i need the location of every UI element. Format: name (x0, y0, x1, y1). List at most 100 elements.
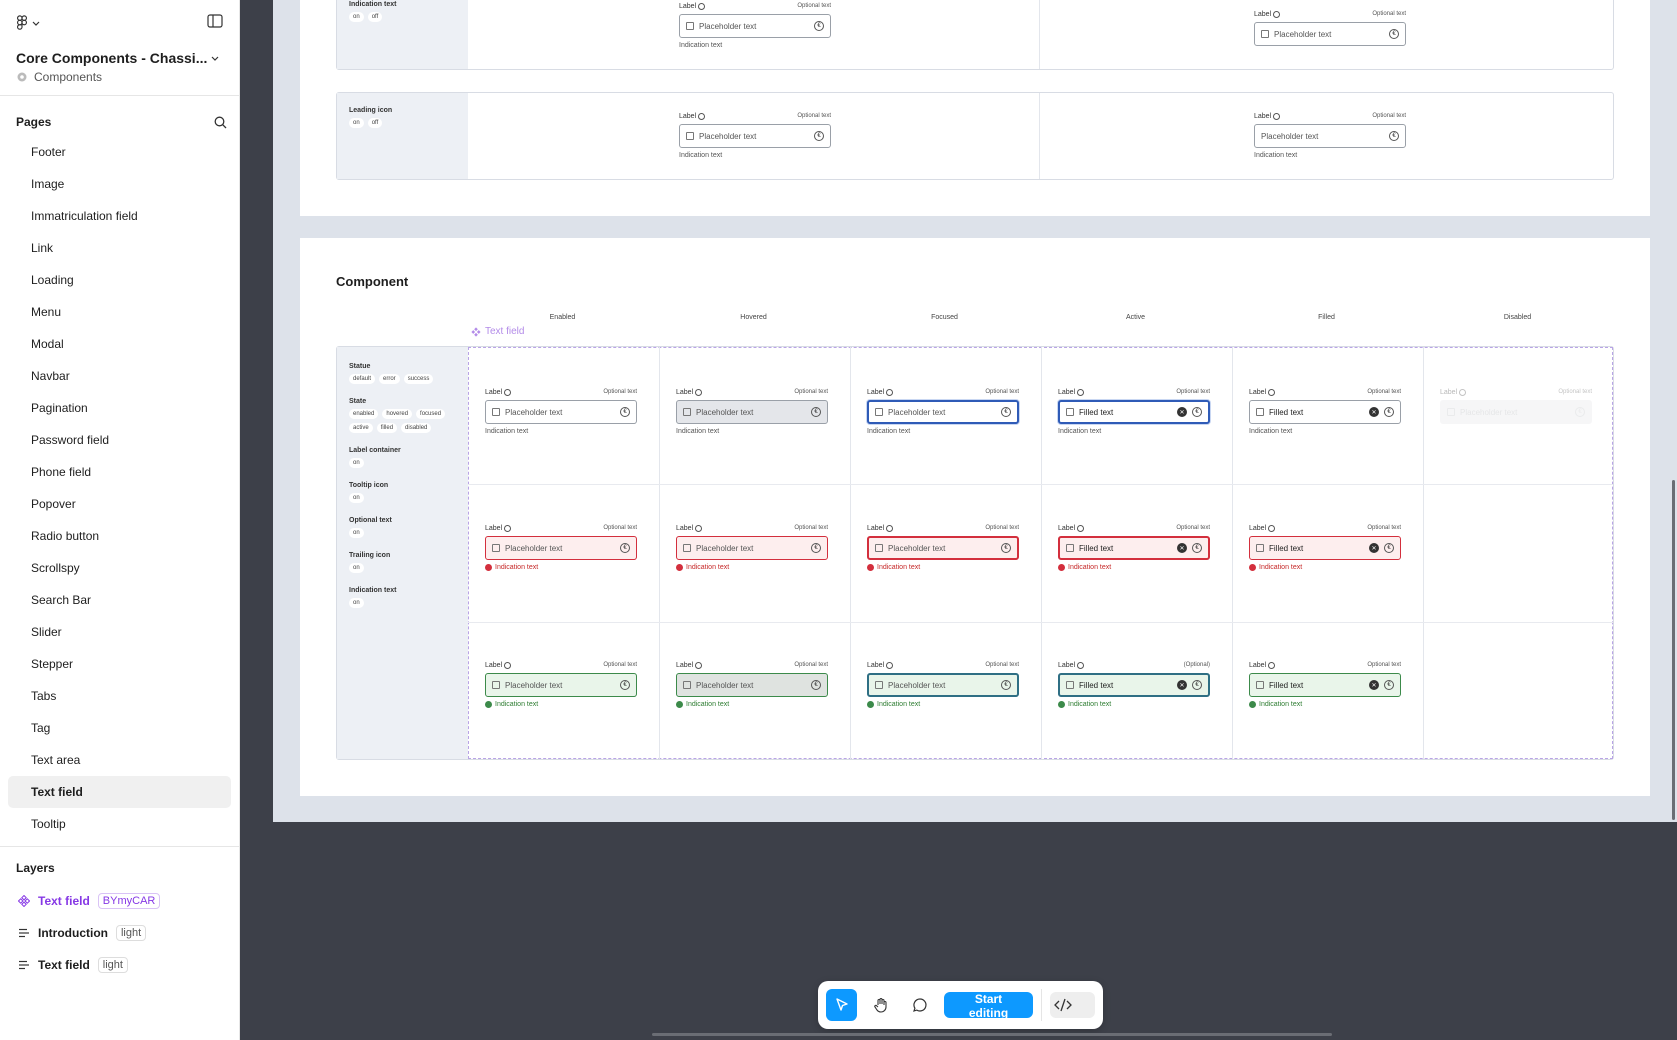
column-header-enabled: Enabled (549, 314, 576, 321)
page-item-tag[interactable]: Tag (8, 712, 231, 744)
search-icon[interactable] (214, 116, 227, 129)
text-field-default-active[interactable]: Label Optional text Filled text ✕ € Indicatio… (1058, 387, 1210, 435)
page-item-navbar[interactable]: Navbar (8, 360, 231, 392)
file-subtitle-row: Components (16, 70, 223, 84)
design-canvas[interactable]: Indication text on off Label Optional tex… (240, 0, 1677, 1040)
layer-item-text-field-frame[interactable]: Text field light (0, 949, 239, 981)
comment-icon (913, 998, 927, 1012)
text-field-error-hovered[interactable]: Label Optional text Placeholder text € Indic… (676, 523, 828, 571)
field-label: Label (867, 524, 885, 532)
clear-icon[interactable]: ✕ (1369, 680, 1379, 690)
chip: success (403, 374, 434, 384)
text-field-error-active[interactable]: Label Optional text Filled text ✕ € Indicatio… (1058, 523, 1210, 571)
page-item-loading[interactable]: Loading (8, 264, 231, 296)
input-box[interactable]: Filled text ✕ € (1249, 536, 1401, 560)
component-set-name[interactable]: Text field (471, 326, 524, 337)
clear-icon[interactable]: ✕ (1369, 407, 1379, 417)
input-box[interactable]: Placeholder text € (485, 673, 637, 697)
text-field-error-focused[interactable]: Label Optional text Placeholder text € Indic… (867, 523, 1019, 571)
input-box[interactable]: Placeholder text € (485, 400, 637, 424)
page-item-password-field[interactable]: Password field (8, 424, 231, 456)
text-field-default-hovered[interactable]: Label Optional text Placeholder text € Indic… (676, 387, 828, 435)
hand-tool-button[interactable] (865, 989, 896, 1021)
info-icon (886, 661, 894, 669)
input-box[interactable]: Placeholder text € (867, 673, 1019, 697)
input-box[interactable]: Placeholder text € (1254, 124, 1406, 148)
input-box[interactable]: Filled text ✕ € (1058, 536, 1210, 560)
page-item-tabs[interactable]: Tabs (8, 680, 231, 712)
text-field-default-filled[interactable]: Label Optional text Filled text ✕ € Indicatio… (1249, 387, 1401, 435)
input-box[interactable]: Placeholder text € (867, 536, 1019, 560)
input-box[interactable]: Placeholder text € (679, 124, 831, 148)
page-item-radio-button[interactable]: Radio button (8, 520, 231, 552)
page-item-slider[interactable]: Slider (8, 616, 231, 648)
page-item-popover[interactable]: Popover (8, 488, 231, 520)
page-item-scrollspy[interactable]: Scrollspy (8, 552, 231, 584)
layer-tag: light (97, 957, 128, 973)
text-field-sample[interactable]: Label Optional text Placeholder text € Ind… (679, 1, 831, 49)
euro-icon: € (620, 543, 630, 553)
clear-icon[interactable]: ✕ (1369, 543, 1379, 553)
text-field-sample[interactable]: Label Optional text Placeholder text € Ind… (1254, 111, 1406, 159)
info-icon (1268, 524, 1276, 532)
page-item-menu[interactable]: Menu (8, 296, 231, 328)
input-box[interactable]: Placeholder text € (867, 400, 1019, 424)
field-label: Label (676, 661, 694, 669)
clear-icon[interactable]: ✕ (1177, 680, 1187, 690)
page-item-search-bar[interactable]: Search Bar (8, 584, 231, 616)
info-icon (1459, 388, 1467, 396)
page-item-text-field[interactable]: Text field (8, 776, 231, 808)
input-box[interactable]: Filled text ✕ € (1058, 673, 1210, 697)
file-title-row[interactable]: Core Components - Chassi... (16, 50, 223, 66)
page-item-modal[interactable]: Modal (8, 328, 231, 360)
prop-title: Trailing icon (349, 552, 391, 559)
page-item-link[interactable]: Link (8, 232, 231, 264)
info-icon (504, 388, 512, 396)
chip: on (349, 118, 364, 128)
optional-text: Optional text (794, 389, 828, 395)
input-box[interactable]: Filled text ✕ € (1058, 400, 1210, 424)
info-icon (695, 388, 703, 396)
input-box[interactable]: Placeholder text € (676, 536, 828, 560)
input-box[interactable]: Placeholder text € (1254, 22, 1406, 46)
euro-icon: € (1389, 131, 1399, 141)
text-field-default-enabled[interactable]: Label Optional text Placeholder text € Indic… (485, 387, 637, 435)
clear-icon[interactable]: ✕ (1177, 407, 1187, 417)
input-box[interactable]: Placeholder text € (676, 400, 828, 424)
text-field-sample[interactable]: Label Optional text Placeholder text € (1254, 9, 1406, 46)
page-item-tooltip[interactable]: Tooltip (8, 808, 231, 840)
start-editing-button[interactable]: Start editing (944, 992, 1033, 1020)
page-item-phone-field[interactable]: Phone field (8, 456, 231, 488)
text-field-success-filled[interactable]: Label Optional text Filled text ✕ € Indicatio… (1249, 660, 1401, 708)
text-field-default-focused[interactable]: Label Optional text Placeholder text € Indic… (867, 387, 1019, 435)
dev-mode-toggle[interactable] (1049, 992, 1096, 1018)
move-tool-button[interactable] (826, 989, 858, 1021)
input-box[interactable]: Filled text ✕ € (1249, 673, 1401, 697)
text-field-success-hovered[interactable]: Label Optional text Placeholder text € Indic… (676, 660, 828, 708)
page-item-immatriculation-field[interactable]: Immatriculation field (8, 200, 231, 232)
input-box[interactable]: Placeholder text € (679, 14, 831, 38)
layer-item-introduction[interactable]: Introduction light (0, 917, 239, 949)
vertical-scrollbar[interactable] (1672, 480, 1675, 820)
text-field-error-filled[interactable]: Label Optional text Filled text ✕ € Indicatio… (1249, 523, 1401, 571)
text-field-error-enabled[interactable]: Label Optional text Placeholder text € Indic… (485, 523, 637, 571)
clear-icon[interactable]: ✕ (1177, 543, 1187, 553)
text-field-sample[interactable]: Label Optional text Placeholder text € Ind… (679, 111, 831, 159)
page-item-footer[interactable]: Footer (8, 136, 231, 168)
text-field-success-active[interactable]: Label (Optional) Filled text ✕ € Indication t… (1058, 660, 1210, 708)
text-field-success-focused[interactable]: Label Optional text Placeholder text € Indic… (867, 660, 1019, 708)
layer-item-text-field-component[interactable]: Text field BYmyCAR (0, 885, 239, 917)
page-item-stepper[interactable]: Stepper (8, 648, 231, 680)
input-box[interactable]: Placeholder text € (676, 673, 828, 697)
horizontal-scrollbar[interactable] (652, 1033, 1332, 1036)
comment-tool-button[interactable] (905, 989, 936, 1021)
page-item-text-area[interactable]: Text area (8, 744, 231, 776)
text-field-success-enabled[interactable]: Label Optional text Placeholder text € Indic… (485, 660, 637, 708)
page-item-pagination[interactable]: Pagination (8, 392, 231, 424)
input-box[interactable]: Placeholder text € (485, 536, 637, 560)
page-item-image[interactable]: Image (8, 168, 231, 200)
info-icon (886, 388, 894, 396)
toggle-sidebar-icon[interactable] (207, 14, 223, 33)
input-box[interactable]: Filled text ✕ € (1249, 400, 1401, 424)
main-menu-button[interactable] (16, 14, 223, 32)
